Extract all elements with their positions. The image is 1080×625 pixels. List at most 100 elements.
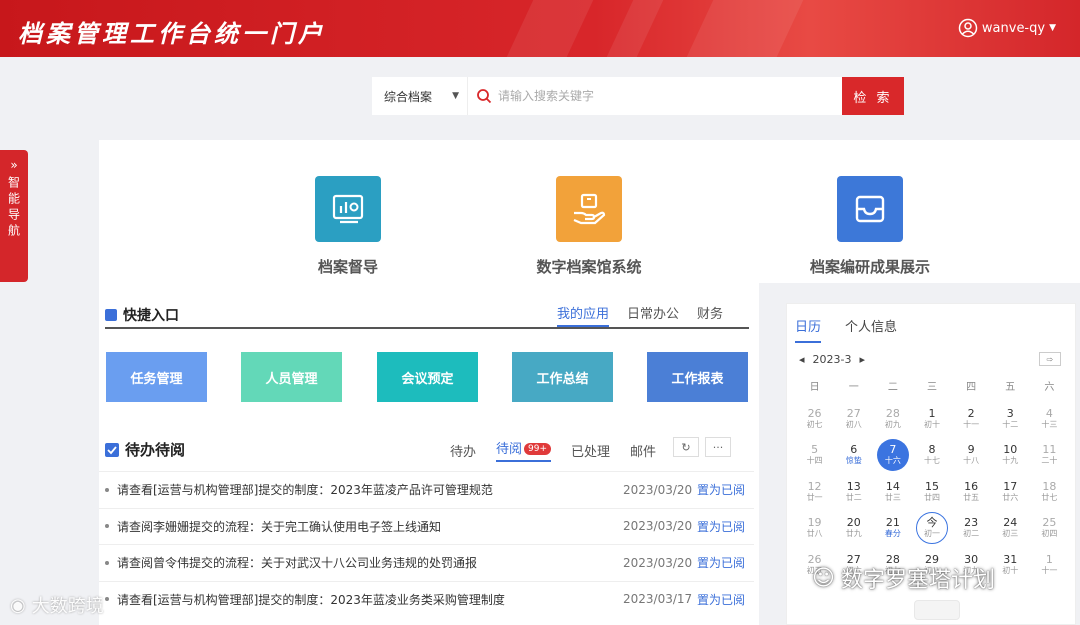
day-number: 31 <box>1003 552 1018 566</box>
search-button[interactable]: 检 索 <box>842 77 904 115</box>
calendar-day[interactable]: 5 十四 <box>795 437 834 474</box>
mark-read-link[interactable]: 置为已阅 <box>697 591 745 608</box>
system-label: 数字档案馆系统 <box>536 258 642 276</box>
calendar-day-circle: 6 惊蛰 <box>838 439 870 471</box>
chevron-down-icon: ▼ <box>1049 23 1056 33</box>
system-digital-archive[interactable]: 数字档案馆系统 <box>509 176 669 277</box>
day-number: 26 <box>807 406 822 420</box>
calendar-day[interactable]: 8 十七 <box>912 437 951 474</box>
calendar-day[interactable]: 6 惊蛰 <box>834 437 873 474</box>
scroll-handle[interactable] <box>914 600 960 620</box>
todo-item-text[interactable]: 请查阅曾令伟提交的流程：关于对武汉十八公司业务违规的处罚通报 <box>117 554 617 571</box>
tab-personal-info[interactable]: 个人信息 <box>845 316 897 343</box>
calendar-day[interactable]: 10 十九 <box>991 437 1030 474</box>
calendar-day-circle: 8 十七 <box>916 439 948 471</box>
todo-header: 待办待阅 待办 待阅 99+ 已处理 邮件 ↻ ··· <box>105 435 749 462</box>
day-number: 16 <box>964 479 979 493</box>
calendar-day[interactable]: 18 廿七 <box>1030 473 1069 510</box>
todo-item-text[interactable]: 请查看[运营与机构管理部]提交的制度：2023年蓝凌产品许可管理规范 <box>117 481 617 498</box>
list-item[interactable]: 请查阅曾令伟提交的流程：关于对武汉十八公司业务违规的处罚通报 2023/03/2… <box>99 544 754 581</box>
lunar-date: 十八 <box>963 456 980 466</box>
tab-finance[interactable]: 财务 <box>697 303 723 327</box>
mark-read-link[interactable]: 置为已阅 <box>697 518 745 535</box>
tab-daily-office[interactable]: 日常办公 <box>627 303 679 327</box>
calendar-day[interactable]: 12 廿一 <box>795 473 834 510</box>
calendar-day[interactable]: 26 初七 <box>795 400 834 437</box>
refresh-button[interactable]: ↻ <box>673 437 699 457</box>
calendar-day[interactable]: 16 廿五 <box>952 473 991 510</box>
weekday-label: 五 <box>1005 382 1016 393</box>
calendar-day[interactable]: 14 廿三 <box>873 473 912 510</box>
system-icon-tile <box>315 176 381 242</box>
weekday-label: 二 <box>887 382 898 393</box>
work-report-button[interactable]: 工作报表 <box>647 352 748 402</box>
personnel-management-button[interactable]: 人员管理 <box>241 352 342 402</box>
day-number: 1 <box>928 406 936 420</box>
system-label: 档案督导 <box>317 258 378 276</box>
calendar-day[interactable]: 31 初十 <box>991 546 1030 583</box>
calendar-day[interactable]: 7 十六 <box>873 437 912 474</box>
tab-my-apps[interactable]: 我的应用 <box>556 303 609 327</box>
mark-read-link[interactable]: 置为已阅 <box>697 481 745 498</box>
calendar-day-circle: 20 廿九 <box>838 512 870 544</box>
watermark-logo-icon: ◉ <box>10 594 26 616</box>
task-management-button[interactable]: 任务管理 <box>106 352 207 402</box>
smart-nav-tab[interactable]: » 智能导航 <box>0 150 28 282</box>
work-summary-button[interactable]: 工作总结 <box>512 352 613 402</box>
todo-item-text[interactable]: 请查阅李姗姗提交的流程：关于完工确认使用电子签上线通知 <box>117 518 617 535</box>
calendar-day[interactable]: 25 初四 <box>1030 510 1069 547</box>
prev-month-icon[interactable]: ◂ <box>799 353 805 366</box>
tab-mail[interactable]: 邮件 <box>630 441 656 460</box>
calendar-day[interactable]: 24 初三 <box>991 510 1030 547</box>
calendar-day[interactable]: 15 廿四 <box>912 473 951 510</box>
search-icon <box>477 89 492 104</box>
calendar-day[interactable]: 20 廿九 <box>834 510 873 547</box>
tab-calendar[interactable]: 日历 <box>795 316 822 343</box>
day-number: 19 <box>807 516 822 530</box>
lunar-date: 廿五 <box>963 492 980 502</box>
list-item[interactable]: 请查看[运营与机构管理部]提交的制度：2023年蓝凌产品许可管理规范 2023/… <box>99 471 754 508</box>
day-number: 2 <box>967 406 975 420</box>
today-button[interactable]: ⇨ <box>1039 352 1061 366</box>
calendar-day[interactable]: 3 十二 <box>991 400 1030 437</box>
search-scope-select[interactable]: 综合档案 ▼ <box>372 77 468 115</box>
calendar-day[interactable]: 17 廿六 <box>991 473 1030 510</box>
lunar-date: 十二 <box>1002 419 1019 429</box>
todo-item-text[interactable]: 请查看[运营与机构管理部]提交的制度：2023年蓝凌业务类采购管理制度 <box>117 591 617 608</box>
meeting-booking-button[interactable]: 会议预定 <box>377 352 478 402</box>
user-menu[interactable]: wanve-qy ▼ <box>958 18 1056 38</box>
calendar-day[interactable]: 23 初二 <box>952 510 991 547</box>
list-item[interactable]: 请查看[运营与机构管理部]提交的制度：2023年蓝凌业务类采购管理制度 2023… <box>99 580 754 618</box>
calendar-day[interactable]: 9 十八 <box>952 437 991 474</box>
calendar-day-circle: 7 十六 <box>876 438 909 471</box>
tab-processed[interactable]: 已处理 <box>571 441 610 460</box>
calendar-day[interactable]: 27 初八 <box>834 400 873 437</box>
system-archive-supervision[interactable]: 档案督导 <box>268 176 428 277</box>
calendar-day[interactable]: 1 初十 <box>912 400 951 437</box>
lunar-date: 十九 <box>1002 456 1019 466</box>
calendar-day[interactable]: 1 十一 <box>1030 546 1069 583</box>
calendar-day[interactable]: 今初一 <box>912 510 951 547</box>
mark-read-link[interactable]: 置为已阅 <box>697 554 745 571</box>
more-button[interactable]: ··· <box>705 437 731 457</box>
todo-title: 待办待阅 <box>105 439 185 460</box>
calendar-day[interactable]: 2 十一 <box>952 400 991 437</box>
calendar-day[interactable]: 4 十三 <box>1030 400 1069 437</box>
calendar-day[interactable]: 13 廿二 <box>834 473 873 510</box>
calendar-day[interactable]: 21 春分 <box>873 510 912 547</box>
calendar-day[interactable]: 19 廿八 <box>795 510 834 547</box>
lunar-date: 初一 <box>923 529 940 539</box>
system-compilation-showcase[interactable]: 档案编研成果展示 <box>790 176 950 277</box>
tab-todo[interactable]: 待办 <box>450 441 476 460</box>
calendar-day[interactable]: 11 二十 <box>1030 437 1069 474</box>
calendar-day-circle: 9 十八 <box>955 439 987 471</box>
next-month-icon[interactable]: ▸ <box>860 353 866 366</box>
day-number: 5 <box>811 443 819 457</box>
tab-to-read[interactable]: 待阅 99+ <box>496 438 552 462</box>
calendar-day[interactable]: 28 初九 <box>873 400 912 437</box>
search-input[interactable] <box>498 89 818 103</box>
chart-monitor-icon <box>332 194 364 224</box>
todo-item-date: 2023/03/20 <box>623 519 693 534</box>
list-item[interactable]: 请查阅李姗姗提交的流程：关于完工确认使用电子签上线通知 2023/03/20 置… <box>99 507 754 545</box>
calendar-day-circle: 10 十九 <box>994 439 1026 471</box>
